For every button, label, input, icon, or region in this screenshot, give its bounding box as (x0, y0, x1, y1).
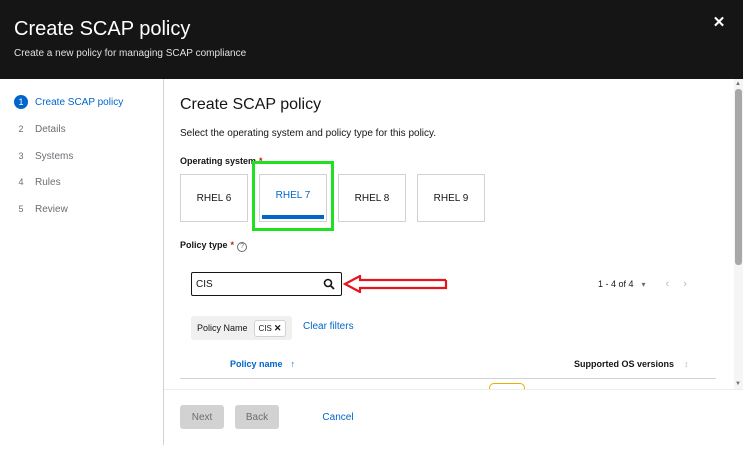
step-number: 1 (14, 95, 28, 109)
os-tile-rhel-8[interactable]: RHEL 8 (338, 174, 406, 222)
close-icon[interactable]: ✕ (711, 15, 727, 31)
step-label: Review (35, 203, 68, 215)
help-icon[interactable]: ? (237, 242, 248, 252)
step-label: Details (35, 123, 66, 135)
filter-chip: CIS ✕ (253, 319, 287, 337)
filter-chip-group: Policy Name CIS ✕ (191, 316, 293, 340)
os-label: Operating system * (180, 156, 263, 166)
page-description: Select the operating system and policy t… (180, 128, 437, 139)
next-button[interactable]: Next (180, 405, 224, 429)
search-icon[interactable] (323, 278, 335, 290)
nav-step-systems[interactable]: 3 Systems (14, 149, 73, 163)
os-label-text: Operating system (180, 156, 257, 166)
step-label: Create SCAP policy (35, 96, 124, 108)
search-input[interactable] (196, 276, 316, 292)
wizard-subtitle: Create a new policy for managing SCAP co… (14, 48, 247, 59)
scroll-up-icon[interactable]: ▲ (735, 81, 741, 87)
policy-type-label: Policy type *? (180, 240, 248, 252)
annotation-arrow (342, 275, 448, 293)
column-supported-os[interactable]: Supported OS versions ↕ (574, 359, 689, 369)
next-page-icon[interactable]: › (683, 278, 687, 290)
wizard-footer: Next Back Cancel (164, 389, 743, 445)
page-title: Create SCAP policy (180, 96, 322, 113)
wizard-title: Create SCAP policy (14, 18, 191, 40)
wizard-header: Create SCAP policy Create a new policy f… (0, 0, 743, 79)
step-number: 4 (18, 177, 24, 187)
required-marker: * (230, 240, 235, 250)
chevron-down-icon[interactable]: ▾ (642, 280, 646, 289)
sort-icon: ↕ (684, 359, 689, 369)
step-label: Rules (35, 176, 61, 188)
wizard-body: Create SCAP policy Select the operating … (164, 79, 734, 389)
nav-step-rules[interactable]: 4 Rules (14, 175, 61, 189)
scrollbar[interactable]: ▲ ▼ (734, 79, 743, 389)
table-header: Policy name ↑ Supported OS versions ↕ (180, 349, 716, 379)
scroll-down-icon[interactable]: ▼ (735, 381, 741, 387)
clear-filters-link[interactable]: Clear filters (303, 321, 354, 332)
cancel-button[interactable]: Cancel (314, 405, 362, 429)
policy-type-label-text: Policy type (180, 240, 228, 250)
scrollbar-thumb[interactable] (735, 89, 742, 265)
nav-step-create-scap-policy[interactable]: 1 Create SCAP policy (14, 95, 123, 109)
pagination-count: 1 - 4 of 4 (598, 279, 634, 289)
nav-step-details[interactable]: 2 Details (14, 122, 66, 136)
chip-group-label: Policy Name (197, 323, 248, 333)
chip-close-icon[interactable]: ✕ (274, 323, 282, 334)
policy-search (191, 272, 342, 296)
step-number: 5 (18, 204, 24, 214)
back-button[interactable]: Back (235, 405, 279, 429)
column-label: Supported OS versions (574, 359, 675, 369)
column-policy-name[interactable]: Policy name ↑ (230, 359, 295, 369)
wizard-nav: 1 Create SCAP policy 2 Details 3 Systems… (0, 79, 164, 445)
column-label: Policy name (230, 359, 283, 369)
pagination: 1 - 4 of 4 ▾ ‹ › (598, 278, 687, 290)
os-tile-rhel-9[interactable]: RHEL 9 (417, 174, 485, 222)
highlight-box (252, 161, 334, 231)
sort-asc-icon: ↑ (290, 359, 296, 369)
nav-step-review[interactable]: 5 Review (14, 202, 68, 216)
step-label: Systems (35, 150, 74, 162)
os-tile-rhel-6[interactable]: RHEL 6 (180, 174, 248, 222)
chip-text: CIS (258, 323, 272, 333)
step-number: 3 (18, 151, 24, 161)
step-number: 2 (18, 124, 24, 134)
prev-page-icon[interactable]: ‹ (666, 278, 670, 290)
wizard-modal: Create SCAP policy Create a new policy f… (0, 0, 743, 445)
